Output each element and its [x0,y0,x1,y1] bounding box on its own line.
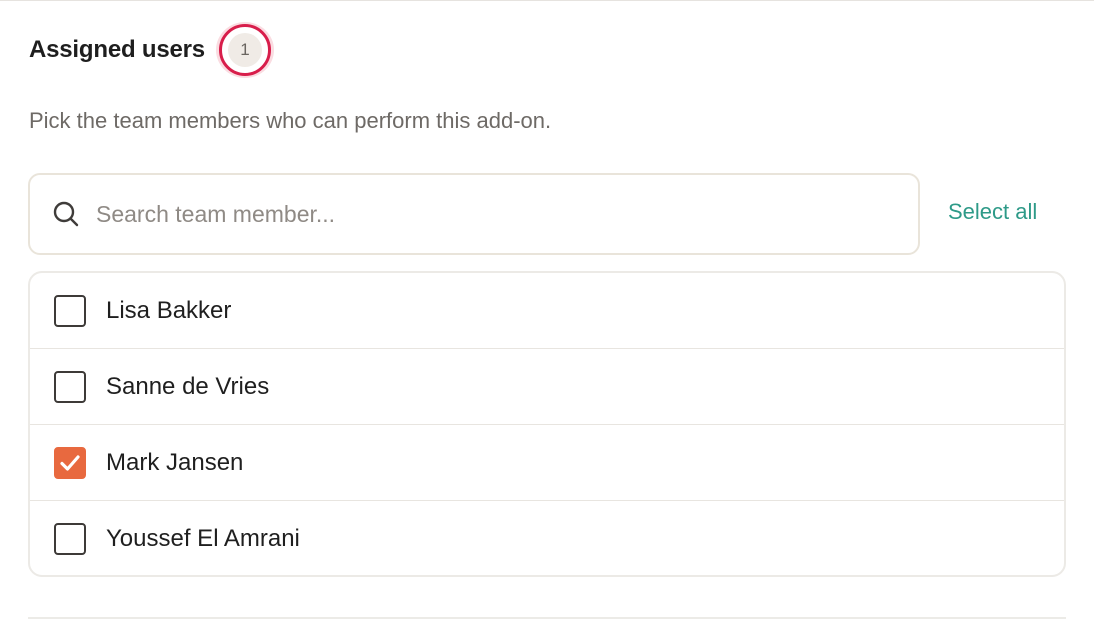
member-checkbox[interactable] [54,446,86,479]
select-all-button[interactable]: Select all [948,199,1037,225]
member-name: Youssef El Amrani [106,525,300,552]
member-row[interactable]: Mark Jansen [30,425,1064,501]
search-field[interactable] [28,173,920,255]
search-input[interactable] [96,200,876,228]
section-title: Assigned users [29,36,205,63]
member-checkbox[interactable] [54,370,86,403]
member-name: Mark Jansen [106,448,244,476]
section-description: Pick the team members who can perform th… [29,108,552,133]
member-name: Lisa Bakker [106,296,232,324]
section-header: Assigned users 1 [29,22,275,78]
member-name: Sanne de Vries [106,372,270,400]
member-list: Lisa Bakker Sanne de Vries Mark Jansen Y… [28,271,1066,577]
search-icon [53,201,79,227]
member-checkbox[interactable] [54,294,86,327]
member-checkbox[interactable] [54,523,86,555]
count-badge: 1 [227,33,262,67]
member-row[interactable]: Sanne de Vries [30,349,1064,425]
member-row[interactable]: Youssef El Amrani [30,501,1064,575]
top-divider [0,0,1094,1]
count-badge-highlight: 1 [215,22,275,78]
bottom-divider [28,617,1066,619]
member-row[interactable]: Lisa Bakker [30,273,1064,349]
checkmark-icon [60,454,80,471]
